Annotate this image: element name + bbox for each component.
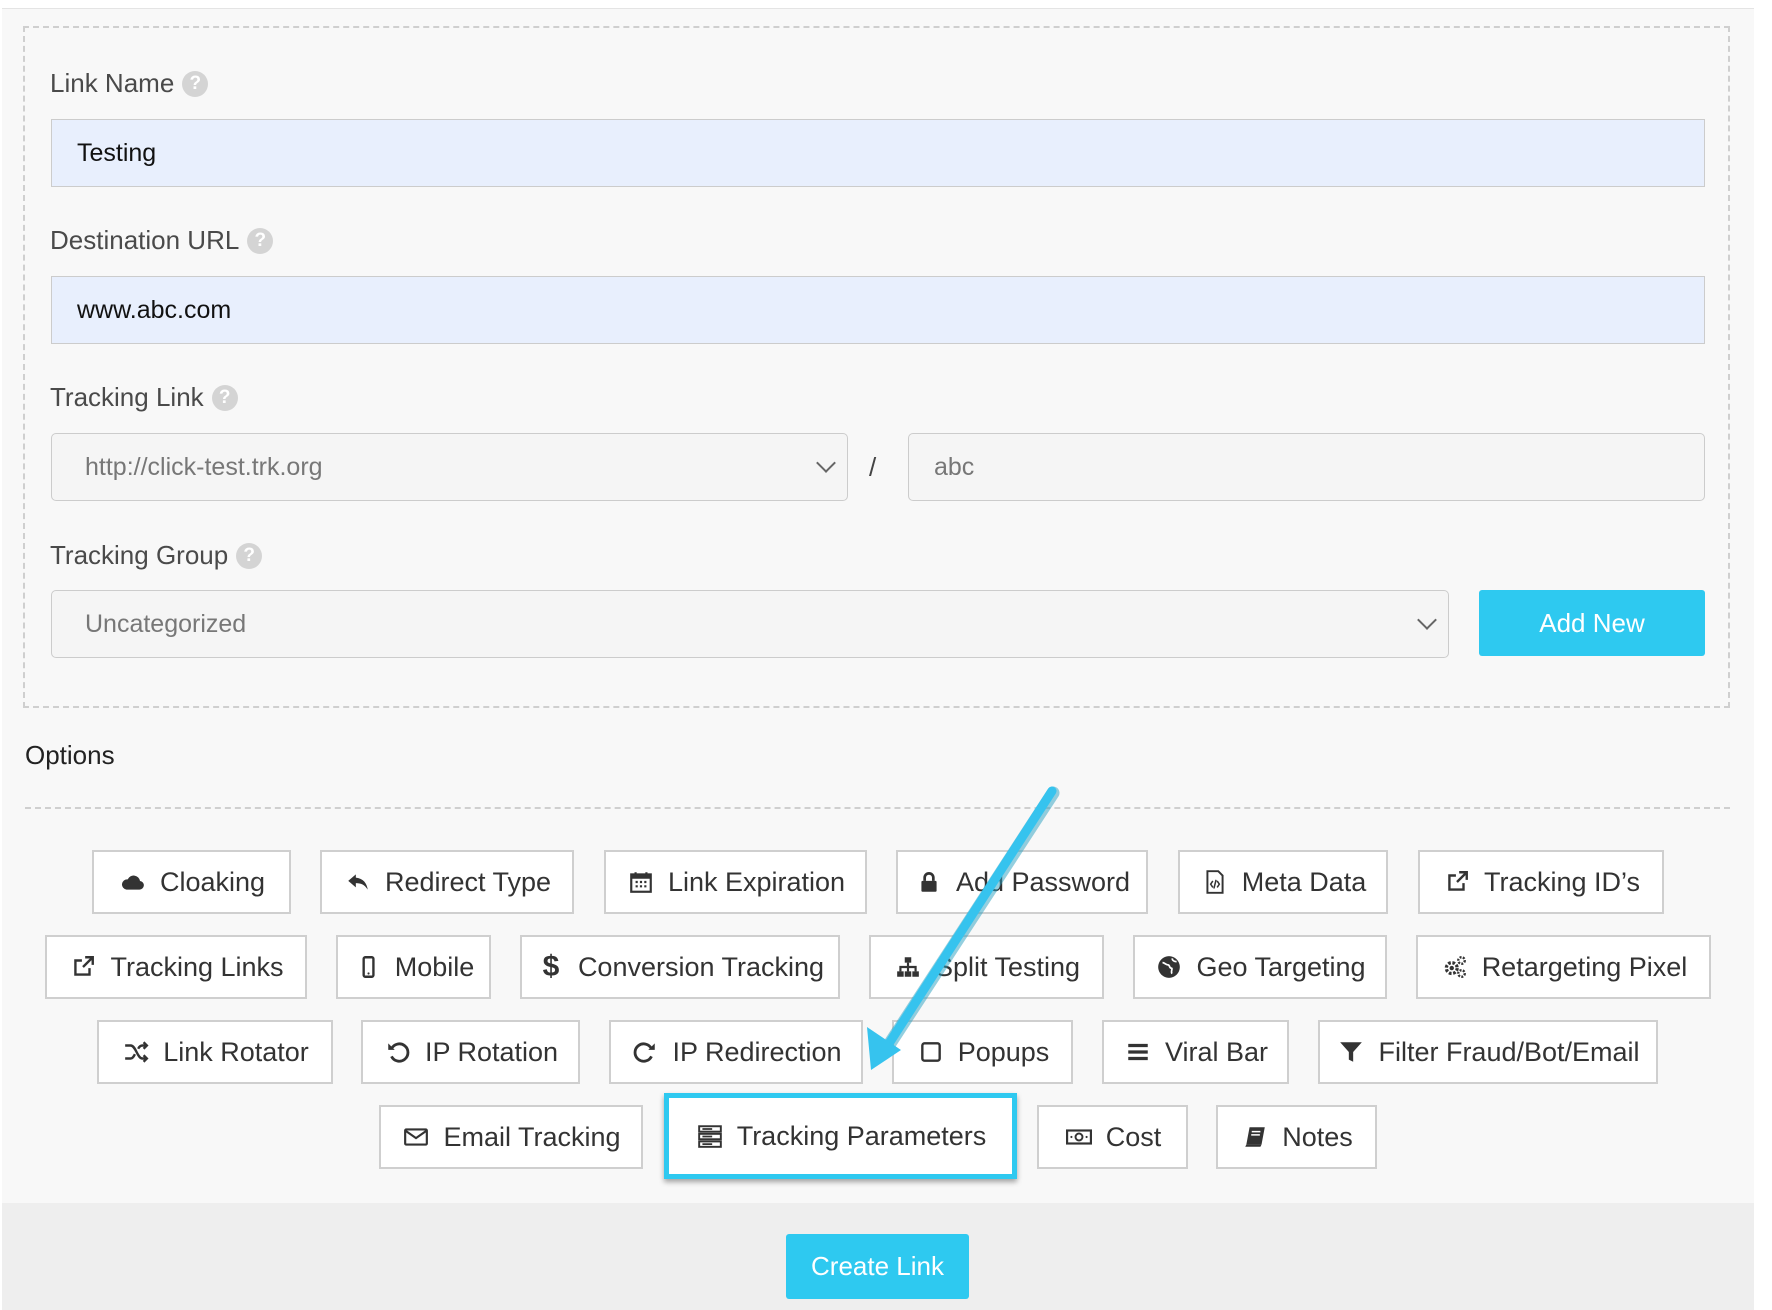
link-name-input[interactable]: Testing	[51, 119, 1705, 187]
calendar-icon	[626, 867, 656, 897]
filter-icon	[1336, 1037, 1366, 1067]
link-name-label: Link Name ?	[50, 68, 209, 99]
option-add-password-button[interactable]: Add Password	[896, 850, 1148, 914]
square-icon	[916, 1037, 946, 1067]
tracking-group-select[interactable]: Uncategorized	[51, 590, 1449, 658]
bars-icon	[1123, 1037, 1153, 1067]
option-tracking-ids-button[interactable]: Tracking ID’s	[1418, 850, 1664, 914]
sitemap-icon	[893, 952, 923, 982]
dollar-icon: $	[542, 950, 560, 983]
tracking-link-label: Tracking Link ?	[50, 382, 238, 413]
chevron-down-icon	[816, 453, 836, 473]
option-tracking-parameters-button[interactable]: Tracking Parameters	[664, 1093, 1017, 1179]
option-mobile-button[interactable]: Mobile	[336, 935, 491, 999]
option-viral-bar-button[interactable]: Viral Bar	[1102, 1020, 1289, 1084]
destination-url-label: Destination URL ?	[50, 225, 274, 256]
book-icon	[1240, 1122, 1270, 1152]
redo-icon	[630, 1037, 660, 1067]
envelope-icon	[401, 1122, 431, 1152]
external-link-icon	[1442, 867, 1472, 897]
option-ip-redirection-button[interactable]: IP Redirection	[609, 1020, 863, 1084]
cogs-icon	[1440, 952, 1470, 982]
tracking-group-label: Tracking Group ?	[50, 540, 263, 571]
option-redirect-type-button[interactable]: Redirect Type	[320, 850, 574, 914]
cloud-icon	[118, 867, 148, 897]
server-icon	[695, 1121, 725, 1151]
option-geo-targeting-button[interactable]: Geo Targeting	[1133, 935, 1387, 999]
chevron-down-icon	[1417, 610, 1437, 630]
option-tracking-links-button[interactable]: Tracking Links	[45, 935, 307, 999]
create-link-button[interactable]: Create Link	[786, 1234, 969, 1299]
help-icon[interactable]: ?	[236, 542, 263, 569]
option-notes-button[interactable]: Notes	[1216, 1105, 1377, 1169]
option-retargeting-pixel-button[interactable]: Retargeting Pixel	[1416, 935, 1711, 999]
option-meta-data-button[interactable]: Meta Data	[1178, 850, 1388, 914]
tracking-slug-input[interactable]: abc	[908, 433, 1705, 501]
help-icon[interactable]: ?	[182, 70, 209, 97]
add-new-group-button[interactable]: Add New	[1479, 590, 1705, 656]
undo-icon	[383, 1037, 413, 1067]
globe-icon	[1154, 952, 1184, 982]
reply-icon	[343, 867, 373, 897]
money-icon	[1064, 1122, 1094, 1152]
option-ip-rotation-button[interactable]: IP Rotation	[361, 1020, 580, 1084]
option-link-expiration-button[interactable]: Link Expiration	[604, 850, 867, 914]
option-split-testing-button[interactable]: Split Testing	[869, 935, 1104, 999]
external-link-icon	[68, 952, 98, 982]
option-filter-fraud-button[interactable]: Filter Fraud/Bot/Email	[1318, 1020, 1658, 1084]
option-email-tracking-button[interactable]: Email Tracking	[379, 1105, 643, 1169]
lock-icon	[914, 867, 944, 897]
option-link-rotator-button[interactable]: Link Rotator	[97, 1020, 333, 1084]
option-popups-button[interactable]: Popups	[892, 1020, 1073, 1084]
shuffle-icon	[121, 1037, 151, 1067]
destination-url-input[interactable]: www.abc.com	[51, 276, 1705, 344]
help-icon[interactable]: ?	[211, 384, 238, 411]
option-conversion-tracking-button[interactable]: $ Conversion Tracking	[520, 935, 840, 999]
tracking-domain-select[interactable]: http://click-test.trk.org	[51, 433, 848, 501]
mobile-icon	[353, 952, 383, 982]
help-icon[interactable]: ?	[247, 227, 274, 254]
option-cost-button[interactable]: Cost	[1037, 1105, 1188, 1169]
option-cloaking-button[interactable]: Cloaking	[92, 850, 291, 914]
options-divider	[25, 807, 1730, 809]
code-file-icon	[1200, 867, 1230, 897]
path-separator: /	[869, 452, 877, 482]
options-title: Options	[25, 740, 115, 770]
